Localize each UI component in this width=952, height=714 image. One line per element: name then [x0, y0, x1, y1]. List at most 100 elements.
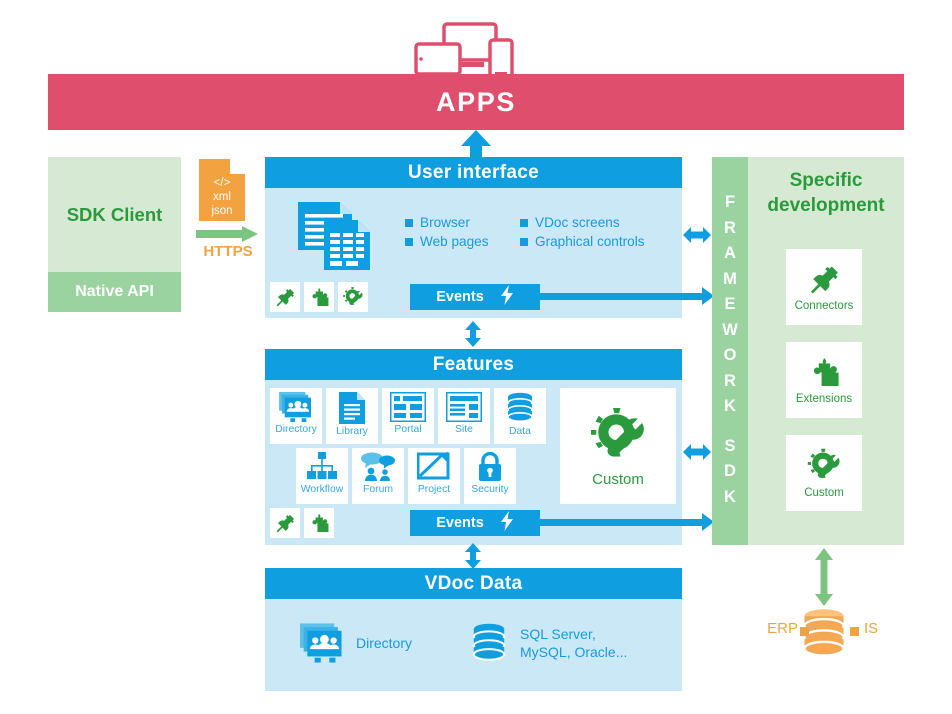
user-interface-events-bar: Events: [410, 284, 540, 310]
feature-tile-forum[interactable]: Forum: [352, 448, 404, 504]
feature-tile-custom[interactable]: Custom: [560, 388, 676, 504]
feature-tile-project[interactable]: Project: [408, 448, 460, 504]
vdoc-data-items: Directory SQL Server, MySQL, Oracle...: [300, 622, 670, 664]
database-icon: [507, 392, 533, 422]
events-label: Events: [436, 289, 484, 305]
framework-letter: W: [722, 320, 738, 339]
user-interface-header: User interface: [265, 157, 682, 188]
lightning-bolt-icon: [500, 285, 514, 309]
gear-wrench-icon: [807, 448, 840, 478]
devices-icon: [410, 22, 530, 82]
database-icon: [472, 623, 506, 661]
puzzle-icon: [304, 508, 334, 538]
is-bullet-square-icon: [850, 627, 859, 636]
list-item: Graphical controls: [520, 234, 670, 249]
forum-speech-icon: [361, 452, 395, 481]
list-item-label: Graphical controls: [535, 234, 645, 249]
spec-tile-connectors[interactable]: Connectors: [786, 249, 862, 325]
vdoc-data-header: VDoc Data: [265, 568, 682, 599]
vdoc-item-label: SQL Server, MySQL, Oracle...: [520, 626, 628, 660]
https-label: HTTPS: [203, 243, 253, 260]
spec-tile-label: Custom: [804, 487, 844, 499]
list-item: VDoc screens: [520, 215, 670, 230]
feature-tile-label: Custom: [592, 470, 644, 488]
arrow-ui-framework: [683, 226, 711, 249]
specific-development-title: Specific development: [748, 168, 904, 218]
diagram-canvas: APPS SDK Client Native API </> xml json …: [0, 0, 952, 714]
https-arrow-icon: [196, 226, 258, 242]
framework-letter: M: [723, 269, 737, 288]
events-label: Events: [436, 515, 484, 531]
directory-icon: [279, 392, 311, 422]
spec-tile-custom[interactable]: Custom: [786, 435, 862, 511]
spec-tile-extensions[interactable]: Extensions: [786, 342, 862, 418]
feature-tile-site[interactable]: Site: [438, 388, 490, 444]
erp-bullet-square-icon: [800, 627, 809, 636]
feature-tile-label: Site: [455, 424, 473, 435]
lightning-bolt-icon: [500, 511, 514, 535]
feature-tile-workflow[interactable]: Workflow: [296, 448, 348, 504]
list-item-label: VDoc screens: [535, 215, 620, 230]
vdoc-item-databases: SQL Server, MySQL, Oracle...: [470, 622, 627, 664]
features-row-primary: Directory Library Portal Site Data: [270, 388, 546, 444]
framework-letter: R: [724, 218, 736, 237]
features-events-connector: [540, 519, 705, 526]
feature-tile-label: Library: [336, 426, 368, 437]
bullet-square-icon: [405, 218, 413, 227]
puzzle-icon: [813, 358, 839, 386]
apps-label: APPS: [436, 86, 516, 117]
project-pencil-icon: [417, 452, 450, 480]
arrow-features-framework: [683, 443, 711, 466]
spec-tile-label: Connectors: [794, 300, 854, 312]
feature-tile-label: Forum: [362, 484, 394, 495]
plug-icon: [270, 508, 300, 538]
arrow-specdev-external: [812, 548, 836, 606]
feature-tile-security[interactable]: Security: [464, 448, 516, 504]
framework-letter: F: [724, 193, 736, 211]
list-item-label: Browser: [420, 215, 470, 230]
arrow-ui-features: [462, 321, 484, 352]
user-interface-plugin-tiles: [270, 282, 368, 312]
features-row-secondary: Workflow Forum Project Security: [296, 448, 516, 504]
sdk-client-title: SDK Client: [66, 203, 163, 225]
vdoc-item-directory: Directory: [300, 623, 412, 663]
list-item: Web pages: [405, 234, 520, 249]
framework-letter: O: [723, 346, 737, 364]
feature-tile-library[interactable]: Library: [326, 388, 378, 444]
feature-tile-label: Data: [509, 426, 531, 437]
native-api-label: Native API: [75, 283, 154, 300]
portal-layout-icon: [390, 392, 426, 422]
feature-tile-label: Workflow: [300, 484, 344, 495]
feature-tile-data[interactable]: Data: [494, 388, 546, 444]
bullet-square-icon: [520, 237, 528, 246]
features-events-bar: Events: [410, 510, 540, 536]
user-interface-events-connector: [540, 293, 705, 300]
site-layout-icon: [446, 392, 482, 422]
framework-letter: K: [724, 397, 736, 415]
spec-tile-label: Extensions: [795, 393, 853, 405]
plug-icon: [270, 282, 300, 312]
features-header: Features: [265, 349, 682, 380]
padlock-icon: [479, 452, 501, 481]
erp-label: ERP: [767, 620, 798, 637]
feature-tile-portal[interactable]: Portal: [382, 388, 434, 444]
documents-icon: [296, 200, 372, 272]
features-plugin-tiles: [270, 508, 334, 538]
xml-json-file-icon: [199, 159, 245, 221]
feature-tile-directory[interactable]: Directory: [270, 388, 322, 444]
document-icon: [339, 392, 365, 424]
sdk-letter: S: [724, 436, 736, 455]
plug-icon: [810, 266, 838, 294]
bullet-square-icon: [520, 218, 528, 227]
directory-icon: [300, 623, 342, 663]
gear-wrench-icon: [338, 282, 368, 312]
specific-development-title-line1: Specific: [789, 170, 863, 191]
feature-tile-label: Directory: [275, 424, 317, 435]
is-label: IS: [864, 620, 879, 637]
list-item: Browser: [405, 215, 520, 230]
list-item-label: Web pages: [420, 234, 489, 249]
feature-tile-label: Project: [417, 484, 451, 495]
framework-letter: E: [724, 295, 736, 313]
sdk-letter: D: [724, 462, 736, 480]
specific-development-title-line2: development: [767, 195, 885, 216]
